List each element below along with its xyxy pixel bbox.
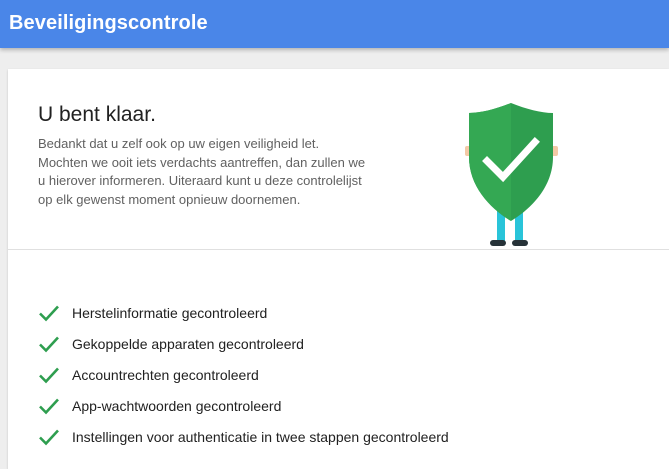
list-item-label: Accountrechten gecontroleerd bbox=[72, 366, 259, 383]
checked-items-list: Herstelinformatie gecontroleerd Gekoppel… bbox=[38, 297, 449, 452]
left-shoe bbox=[490, 240, 506, 246]
shield-character-illustration bbox=[465, 103, 558, 246]
check-icon bbox=[39, 336, 59, 352]
list-item: Herstelinformatie gecontroleerd bbox=[38, 297, 449, 328]
list-item: Accountrechten gecontroleerd bbox=[38, 359, 449, 390]
check-icon bbox=[39, 367, 59, 383]
list-item: Gekoppelde apparaten gecontroleerd bbox=[38, 328, 449, 359]
check-icon bbox=[39, 429, 59, 445]
list-item: Instellingen voor authenticatie in twee … bbox=[38, 421, 449, 452]
list-item-label: Herstelinformatie gecontroleerd bbox=[72, 304, 268, 321]
check-icon bbox=[39, 305, 59, 321]
right-shoe bbox=[512, 240, 528, 246]
check-icon bbox=[39, 398, 59, 414]
list-item-label: Instellingen voor authenticatie in twee … bbox=[72, 428, 449, 445]
app-bar: Beveiligingscontrole bbox=[0, 0, 669, 48]
list-item: App-wachtwoorden gecontroleerd bbox=[38, 390, 449, 421]
list-item-label: Gekoppelde apparaten gecontroleerd bbox=[72, 335, 304, 352]
done-description: Bedankt dat u zelf ook op uw eigen veili… bbox=[38, 136, 366, 207]
done-heading: U bent klaar. bbox=[38, 103, 156, 126]
security-checkup-card: U bent klaar. Bedankt dat u zelf ook op … bbox=[8, 69, 669, 469]
list-item-label: App-wachtwoorden gecontroleerd bbox=[72, 397, 282, 414]
page-title: Beveiligingscontrole bbox=[9, 12, 208, 34]
summary-section: U bent klaar. Bedankt dat u zelf ook op … bbox=[8, 69, 669, 250]
